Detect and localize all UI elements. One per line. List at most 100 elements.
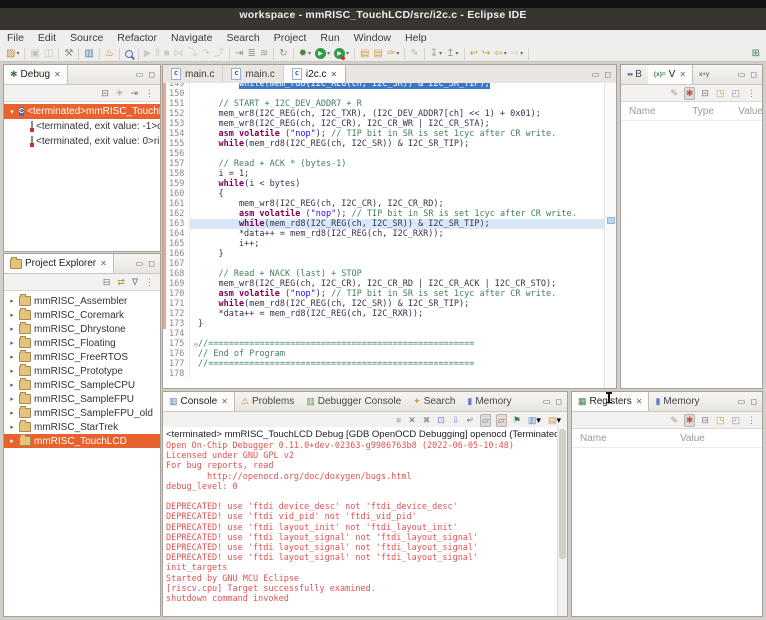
collapse-all-icon[interactable]: ⊟ (102, 277, 112, 288)
step-into-icon[interactable]: ⤵ (186, 47, 200, 61)
line-number[interactable]: 153 (166, 119, 190, 129)
pin-editor-icon[interactable]: ✎ (408, 47, 420, 61)
code-line-166[interactable]: 166 } (163, 249, 616, 259)
expander-icon[interactable]: ▸ (8, 297, 16, 305)
menu-item-search[interactable]: Search (219, 32, 266, 44)
word-wrap-icon[interactable]: ↵ (465, 415, 475, 426)
maximize-icon[interactable]: ◻ (750, 397, 757, 406)
maximize-icon[interactable]: ◻ (148, 259, 155, 268)
build-all-icon[interactable]: ⚒ (62, 47, 75, 61)
console-tab-debugger-console[interactable]: ▥Debugger Console (300, 392, 407, 411)
profile-icon[interactable]: ▶▾ (332, 47, 351, 61)
editor-tab-main.c-1[interactable]: main.c (223, 65, 283, 83)
editor-tab-i2c.c-2[interactable]: i2c.c✕ (284, 65, 346, 83)
code-line-153[interactable]: 153 mem_wr8(I2C_REG(ch, I2C_CR), I2C_CR_… (163, 119, 616, 129)
link-with-editor-icon[interactable]: ⇄ (116, 277, 126, 288)
expander-icon[interactable]: ▸ (8, 437, 16, 445)
expander-icon[interactable]: ▾ (8, 108, 16, 116)
import-icon[interactable]: ▤ (372, 47, 385, 61)
new-wizard-icon[interactable]: ▨▾ (4, 47, 21, 61)
code-text[interactable]: mem_wr8(I2C_REG(ch, I2C_CR), I2C_CR_RD |… (190, 279, 616, 289)
code-line-156[interactable]: 156 (163, 149, 616, 159)
view-menu-icon[interactable]: ⋮ (144, 277, 155, 288)
code-line-170[interactable]: 170 asm volatile ("nop"); // TIP bit in … (163, 289, 616, 299)
code-text[interactable]: while(mem_rd8(I2C_REG(ch, I2C_SR)) & I2C… (190, 219, 616, 229)
project-item-mmRISC_Prototype[interactable]: ▸mmRISC_Prototype (4, 364, 160, 378)
expander-icon[interactable]: ▸ (8, 353, 16, 361)
expander-icon[interactable]: ▸ (8, 339, 16, 347)
close-icon[interactable]: ✕ (679, 70, 686, 79)
code-line-172[interactable]: 172 *data++ = mem_rd8(I2C_REG(ch, I2C_RX… (163, 309, 616, 319)
skip-breakpoints-icon[interactable]: ⇥ (233, 47, 245, 61)
code-text[interactable]: asm volatile ("nop"); // TIP bit in SR i… (190, 289, 616, 299)
debug-tree-item[interactable]: <terminated, exit value: 0>ris (4, 134, 160, 149)
console-output[interactable]: <terminated> mmRISC_TouchLCD Debug [GDB … (163, 427, 567, 616)
view-menu-icon[interactable]: ⋮ (144, 88, 155, 99)
menu-item-refactor[interactable]: Refactor (110, 32, 164, 44)
code-text[interactable]: //======================================… (190, 359, 616, 369)
maximize-icon[interactable]: ◻ (555, 397, 562, 406)
save-icon[interactable]: ▣ (28, 47, 41, 61)
close-icon[interactable]: ✕ (636, 397, 643, 406)
code-line-150[interactable]: 150 (163, 89, 616, 99)
show-logical-structures-icon[interactable]: ✱ (684, 414, 696, 427)
code-text[interactable]: mem_wr8(I2C_REG(ch, I2C_TXR), (I2C_DEV_A… (190, 109, 616, 119)
line-number[interactable]: 163 (166, 219, 190, 229)
suspend-icon[interactable]: ‖ (153, 47, 161, 61)
console-tab-problems[interactable]: ⚠Problems (235, 392, 300, 411)
remove-all-launches-icon[interactable]: ✖ (422, 415, 432, 426)
code-line-158[interactable]: 158 i = 1; (163, 169, 616, 179)
line-number[interactable]: 166 (166, 249, 190, 259)
code-text[interactable]: // Read + ACK * (bytes-1) (190, 159, 616, 169)
console-tab-search[interactable]: ✦Search (407, 392, 461, 411)
open-perspective-icon[interactable]: ⊞ (750, 47, 762, 61)
code-line-175[interactable]: 175//===================================… (163, 339, 616, 349)
menu-item-window[interactable]: Window (347, 32, 398, 44)
breakpoints-tab[interactable]: ●●B (621, 65, 648, 84)
new-rendering-icon[interactable]: ◳ (715, 415, 726, 426)
show-stdout-icon[interactable]: ▱ (480, 414, 491, 427)
expander-icon[interactable]: ▸ (8, 311, 16, 319)
show-type-names-icon[interactable]: ✎ (669, 415, 679, 426)
maximize-icon[interactable]: ◻ (750, 70, 757, 79)
expander-icon[interactable]: ▸ (8, 423, 16, 431)
code-line-167[interactable]: 167 (163, 259, 616, 269)
code-line-173[interactable]: 173} (163, 319, 616, 329)
project-item-mmRISC_SampleCPU[interactable]: ▸mmRISC_SampleCPU (4, 378, 160, 392)
menu-item-navigate[interactable]: Navigate (164, 32, 219, 44)
open-console-icon[interactable]: ▤▾ (547, 415, 562, 426)
project-item-mmRISC_SampleFPU[interactable]: ▸mmRISC_SampleFPU (4, 392, 160, 406)
terminate-icon[interactable]: ■ (162, 47, 172, 61)
editor-tab-main.c-0[interactable]: main.c (163, 65, 223, 83)
back-icon[interactable]: ⇦▾ (492, 47, 508, 61)
code-line-151[interactable]: 151 // START + I2C_DEV_ADDR7 + R (163, 99, 616, 109)
menu-item-edit[interactable]: Edit (31, 32, 63, 44)
code-text[interactable]: // START + I2C_DEV_ADDR7 + R (190, 99, 616, 109)
project-item-mmRISC_Dhrystone[interactable]: ▸mmRISC_Dhrystone (4, 322, 160, 336)
open-project-icon[interactable]: ▤ (358, 47, 371, 61)
minimize-icon[interactable]: ▭ (592, 70, 600, 79)
close-icon[interactable]: ✕ (54, 70, 61, 79)
collapse-all-icon[interactable]: ⊟ (700, 88, 710, 99)
expander-icon[interactable]: ▸ (8, 367, 16, 375)
code-text[interactable]: } (190, 319, 616, 329)
pin-console-icon[interactable]: ⚑ (512, 415, 522, 426)
code-text[interactable]: i = 1; (190, 169, 616, 179)
filter-icon[interactable]: ∇ (131, 277, 139, 288)
code-line-168[interactable]: 168 // Read + NACK (last) + STOP (163, 269, 616, 279)
code-text[interactable]: } (190, 249, 616, 259)
debug-tree-item[interactable]: ▾<terminated>mmRISC_TouchLCD (4, 104, 160, 119)
last-launch-icon[interactable]: ✑▾ (385, 47, 401, 61)
display-console-icon[interactable]: ▥▾ (527, 415, 542, 426)
line-number[interactable]: 168 (166, 269, 190, 279)
registers-empty-table[interactable] (572, 448, 762, 617)
expressions-tab[interactable]: x+y (693, 65, 715, 84)
code-line-163[interactable]: 163 while(mem_rd8(I2C_REG(ch, I2C_SR)) &… (163, 219, 616, 229)
project-item-mmRISC_Coremark[interactable]: ▸mmRISC_Coremark (4, 308, 160, 322)
debug-tab[interactable]: ✱ Debug ✕ (4, 65, 68, 84)
line-number[interactable]: 167 (166, 259, 190, 269)
debug-icon[interactable]: ✹▾ (297, 47, 313, 61)
expander-icon[interactable]: ▸ (8, 409, 16, 417)
code-line-171[interactable]: 171 while(mem_rd8(I2C_REG(ch, I2C_SR)) &… (163, 299, 616, 309)
line-number[interactable]: 170 (166, 289, 190, 299)
